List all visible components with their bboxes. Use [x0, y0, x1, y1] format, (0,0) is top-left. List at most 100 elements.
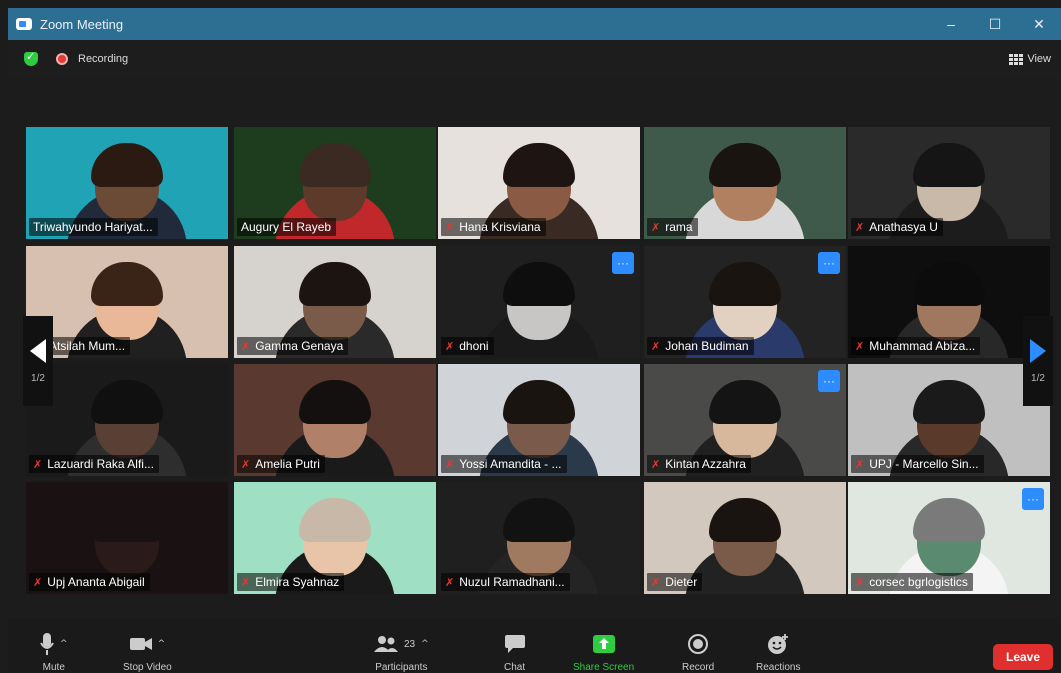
mic-muted-icon: ✗ [855, 457, 865, 471]
participants-button[interactable]: 23 ^ Participants [374, 632, 429, 673]
participant-name-tag: ✗ dhoni [441, 337, 494, 355]
mic-muted-icon: ✗ [33, 457, 43, 471]
more-options-icon[interactable]: ··· [1022, 488, 1044, 510]
video-camera-icon [129, 638, 152, 650]
participant-tile[interactable]: Triwahyundo Hariyat... [26, 127, 228, 239]
shield-icon[interactable] [24, 50, 38, 66]
participant-tile[interactable]: ✗ UPJ - Marcello Sin... [848, 364, 1050, 476]
participant-tile[interactable]: ✗ rama [644, 127, 846, 239]
participant-name-tag: ✗ UPJ - Marcello Sin... [851, 455, 984, 473]
participant-tile[interactable]: ✗ dhoni ··· [438, 246, 640, 358]
participant-name-tag: ✗ Gamma Genaya [237, 337, 349, 355]
participant-name: rama [665, 220, 693, 234]
stop-video-label: Stop Video [123, 662, 172, 673]
mic-muted-icon: ✗ [33, 575, 43, 589]
mic-muted-icon: ✗ [855, 575, 865, 589]
participant-name-tag: ✗ corsec bgrlogistics [851, 573, 973, 591]
participant-name-tag: ✗ Hana Krisviana [441, 218, 546, 236]
participant-tile[interactable]: ✗ Kintan Azzahra ··· [644, 364, 846, 476]
participant-name-tag: Augury El Rayeb [237, 218, 337, 236]
view-label: View [1027, 53, 1051, 65]
close-button[interactable]: ✕ [1017, 8, 1061, 40]
participant-tile[interactable]: ✗ Hana Krisviana [438, 127, 640, 239]
minimize-button[interactable]: – [929, 8, 973, 40]
reactions-button[interactable]: Reactions [756, 632, 800, 673]
participant-name-tag: ✗ Yossi Amandita - ... [441, 455, 567, 473]
participant-name-tag: ✗ Elmira Syahnaz [237, 573, 345, 591]
participant-name: Yossi Amandita - ... [459, 457, 562, 471]
participant-name: Johan Budiman [665, 339, 749, 353]
more-options-icon[interactable]: ··· [818, 370, 840, 392]
chevron-up-icon[interactable]: ^ [421, 639, 429, 649]
window-title: Zoom Meeting [40, 16, 124, 32]
mic-muted-icon: ✗ [651, 220, 661, 234]
mic-muted-icon: ✗ [651, 575, 661, 589]
participant-tile[interactable]: ✗ Anathasya U [848, 127, 1050, 239]
participant-tile[interactable]: ✗ Nuzul Ramadhani... [438, 482, 640, 594]
mic-muted-icon: ✗ [445, 575, 455, 589]
record-label: Record [682, 662, 715, 673]
participant-name: Dieter [665, 575, 698, 589]
chat-label: Chat [504, 662, 526, 673]
participant-tile[interactable]: ✗ Amelia Putri [234, 364, 436, 476]
chevron-up-icon[interactable]: ^ [158, 639, 166, 649]
participant-tile[interactable]: ✗ Yossi Amandita - ... [438, 364, 640, 476]
mic-muted-icon: ✗ [445, 220, 455, 234]
chat-icon [504, 635, 525, 653]
participant-tile[interactable]: ✗ Elmira Syahnaz [234, 482, 436, 594]
share-screen-label: Share Screen [573, 662, 635, 673]
participant-name-tag: ✗ Muhammad Abiza... [851, 337, 981, 355]
view-button[interactable]: View [1009, 53, 1051, 65]
participant-name: Anathasya U [869, 220, 938, 234]
chevron-up-icon[interactable]: ^ [60, 639, 68, 649]
mic-muted-icon: ✗ [241, 457, 251, 471]
participant-tile[interactable]: Augury El Rayeb [234, 127, 436, 239]
share-screen-icon [592, 635, 615, 653]
participant-name: corsec bgrlogistics [869, 575, 968, 589]
meeting-topbar: Recording View [8, 40, 1061, 78]
recording-label: Recording [78, 53, 129, 65]
participant-name: Nuzul Ramadhani... [459, 575, 565, 589]
participant-tile[interactable]: an Atsilah Mum... [26, 246, 228, 358]
chat-button[interactable]: Chat [504, 632, 525, 673]
participant-name: dhoni [459, 339, 489, 353]
mute-button[interactable]: ^ Mute [40, 632, 68, 673]
participant-tile[interactable]: ✗ Gamma Genaya [234, 246, 436, 358]
participant-name-tag: ✗ Amelia Putri [237, 455, 325, 473]
more-options-icon[interactable]: ··· [612, 252, 634, 274]
participant-name: Kintan Azzahra [665, 457, 746, 471]
mic-muted-icon: ✗ [855, 220, 865, 234]
more-options-icon[interactable]: ··· [818, 252, 840, 274]
participant-name: UPJ - Marcello Sin... [869, 457, 979, 471]
participant-name-tag: ✗ Johan Budiman [647, 337, 754, 355]
participant-tile[interactable]: ✗ Lazuardi Raka Alfi... [26, 364, 228, 476]
previous-page-button[interactable]: 1/2 [23, 316, 53, 406]
participant-name-tag: ✗ Dieter [647, 573, 703, 591]
window-titlebar: Zoom Meeting – ☐ ✕ [8, 8, 1061, 40]
mic-muted-icon: ✗ [855, 339, 865, 353]
participant-name-tag: ✗ Nuzul Ramadhani... [441, 573, 570, 591]
next-page-button[interactable]: 1/2 [1023, 316, 1053, 406]
participant-tile[interactable]: ✗ Muhammad Abiza... [848, 246, 1050, 358]
stop-video-button[interactable]: ^ Stop Video [123, 632, 172, 673]
reactions-icon [768, 634, 789, 654]
share-screen-button[interactable]: Share Screen [573, 632, 634, 673]
participant-tile[interactable]: ✗ Johan Budiman ··· [644, 246, 846, 358]
participant-tile[interactable]: ✗ Upj Ananta Abigail [26, 482, 228, 594]
participants-label: Participants [375, 662, 428, 673]
participant-name: Triwahyundo Hariyat... [33, 220, 153, 234]
record-button[interactable]: Record [682, 632, 714, 673]
participant-tile[interactable]: ✗ Dieter [644, 482, 846, 594]
record-icon [688, 634, 709, 654]
gallery-view: Triwahyundo Hariyat... Augury El Rayeb ✗ Ha… [0, 0, 1061, 672]
participant-name: Hana Krisviana [459, 220, 541, 234]
participant-tile[interactable]: ✗ corsec bgrlogistics ··· [848, 482, 1050, 594]
maximize-button[interactable]: ☐ [973, 8, 1017, 40]
zoom-logo-icon [16, 18, 32, 30]
participants-icon [374, 636, 398, 652]
mic-muted-icon: ✗ [651, 339, 661, 353]
participant-name: Gamma Genaya [255, 339, 344, 353]
leave-button[interactable]: Leave [993, 644, 1053, 670]
mic-muted-icon: ✗ [241, 339, 251, 353]
mute-label: Mute [42, 662, 65, 673]
